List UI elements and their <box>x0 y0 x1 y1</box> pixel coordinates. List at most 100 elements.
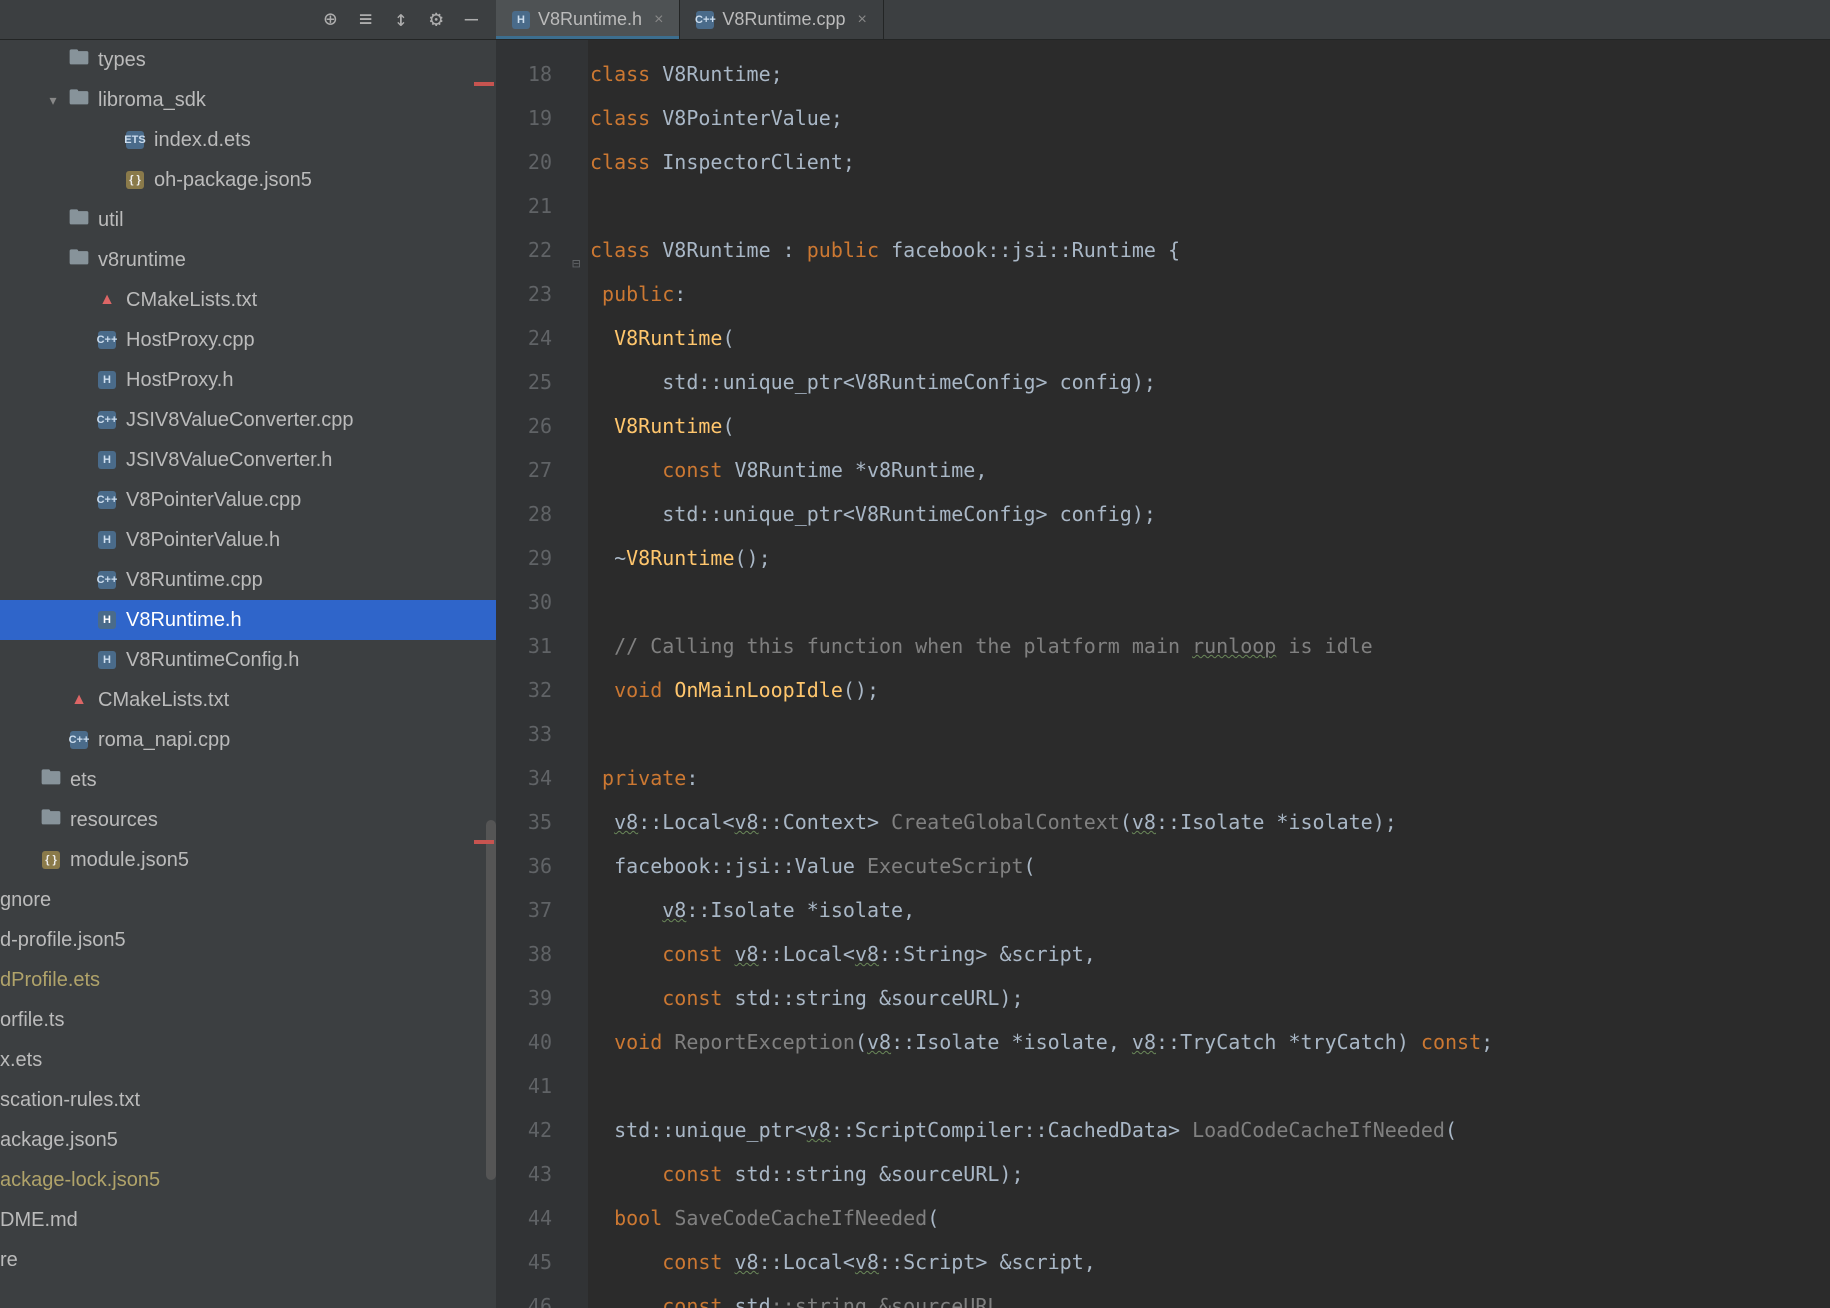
code-line[interactable]: const V8Runtime *v8Runtime, <box>590 448 1830 492</box>
code-line[interactable]: void OnMainLoopIdle(); <box>590 668 1830 712</box>
fold-toggle-icon[interactable]: ⊟ <box>572 242 580 286</box>
code-line[interactable]: class V8Runtime : public facebook::jsi::… <box>590 228 1830 272</box>
tree-item[interactable]: 🖿v8runtime <box>0 240 496 280</box>
code-line[interactable]: class InspectorClient; <box>590 140 1830 184</box>
tree-item[interactable]: re <box>0 1240 496 1280</box>
settings-icon[interactable]: ⚙ <box>430 7 443 32</box>
code-line[interactable]: const v8::Local<v8::Script> &script, <box>590 1240 1830 1284</box>
error-mark[interactable] <box>474 840 494 844</box>
project-tree[interactable]: 🖿types▾🖿libroma_sdkETSindex.d.ets{ }oh-p… <box>0 40 496 1280</box>
tree-item[interactable]: dProfile.ets <box>0 960 496 1000</box>
code-line[interactable]: ~V8Runtime(); <box>590 536 1830 580</box>
tree-item[interactable]: HV8RuntimeConfig.h <box>0 640 496 680</box>
code-line[interactable]: V8Runtime( <box>590 404 1830 448</box>
code-line[interactable]: facebook::jsi::Value ExecuteScript( <box>590 844 1830 888</box>
tree-item[interactable]: ▲CMakeLists.txt <box>0 280 496 320</box>
close-icon[interactable]: × <box>654 11 663 29</box>
expand-arrow-icon[interactable]: ▾ <box>46 92 60 109</box>
tree-item-label: scation-rules.txt <box>0 1089 140 1112</box>
code-line[interactable]: const std::string &sourceURL <box>590 1284 1830 1308</box>
tree-item[interactable]: C++V8PointerValue.cpp <box>0 480 496 520</box>
tree-item[interactable]: DME.md <box>0 1200 496 1240</box>
tree-item[interactable]: ▾🖿libroma_sdk <box>0 80 496 120</box>
h-file-icon: H <box>98 611 116 629</box>
tree-item[interactable]: gnore <box>0 880 496 920</box>
tree-item-label: V8PointerValue.h <box>126 529 280 552</box>
code-line[interactable]: public: <box>590 272 1830 316</box>
tree-item[interactable]: { }module.json5 <box>0 840 496 880</box>
cmk-file-icon: ▲ <box>70 691 88 709</box>
code-line[interactable]: const v8::Local<v8::String> &script, <box>590 932 1830 976</box>
minimize-icon[interactable]: — <box>465 7 478 32</box>
cpp-file-icon: C++ <box>98 411 116 429</box>
code-line[interactable]: const std::string &sourceURL); <box>590 1152 1830 1196</box>
code-line[interactable] <box>590 580 1830 624</box>
line-number: 30 <box>496 580 570 624</box>
tree-item[interactable]: ▲ CMakeLists.txt <box>0 680 496 720</box>
code-line[interactable]: std::unique_ptr<V8RuntimeConfig> config)… <box>590 492 1830 536</box>
tree-item-label: CMakeLists.txt <box>98 689 229 712</box>
close-icon[interactable]: × <box>857 11 866 29</box>
header-file-icon: H <box>512 11 530 29</box>
tree-item[interactable]: 🖿util <box>0 200 496 240</box>
tree-item[interactable]: d-profile.json5 <box>0 920 496 960</box>
code-line[interactable]: std::unique_ptr<v8::ScriptCompiler::Cach… <box>590 1108 1830 1152</box>
line-number: 38 <box>496 932 570 976</box>
code-area[interactable]: class V8Runtime;class V8PointerValue;cla… <box>588 40 1830 1308</box>
tree-item[interactable]: scation-rules.txt <box>0 1080 496 1120</box>
error-mark[interactable] <box>474 82 494 86</box>
tree-scrollbar[interactable] <box>486 820 496 1180</box>
collapse-icon[interactable]: ≡ <box>359 7 372 32</box>
code-line[interactable]: class V8PointerValue; <box>590 96 1830 140</box>
code-line[interactable]: // Calling this function when the platfo… <box>590 624 1830 668</box>
line-number: 33 <box>496 712 570 756</box>
tree-item-label: index.d.ets <box>154 129 251 152</box>
tree-item[interactable]: ackage.json5 <box>0 1120 496 1160</box>
tab-label: V8Runtime.h <box>538 9 642 30</box>
tree-item[interactable]: C++V8Runtime.cpp <box>0 560 496 600</box>
tree-item[interactable]: C++JSIV8ValueConverter.cpp <box>0 400 496 440</box>
tree-item[interactable]: HV8PointerValue.h <box>0 520 496 560</box>
tree-item-label: resources <box>70 809 158 832</box>
tab-v8runtime-h[interactable]: H V8Runtime.h × <box>496 0 680 39</box>
code-line[interactable]: V8Runtime( <box>590 316 1830 360</box>
line-number: 43 <box>496 1152 570 1196</box>
target-icon[interactable]: ⊕ <box>324 7 337 32</box>
tree-item[interactable]: HJSIV8ValueConverter.h <box>0 440 496 480</box>
tree-item[interactable]: C++roma_napi.cpp <box>0 720 496 760</box>
tab-v8runtime-cpp[interactable]: C++V8Runtime.cpp× <box>680 0 883 39</box>
line-number: 19 <box>496 96 570 140</box>
code-line[interactable]: const std::string &sourceURL); <box>590 976 1830 1020</box>
tree-item[interactable]: HV8Runtime.h <box>0 600 496 640</box>
resize-icon[interactable]: ↕ <box>394 7 407 32</box>
code-line[interactable]: class V8Runtime; <box>590 52 1830 96</box>
code-line[interactable] <box>590 184 1830 228</box>
tree-item[interactable]: HHostProxy.h <box>0 360 496 400</box>
tree-item[interactable]: x.ets <box>0 1040 496 1080</box>
line-number: 36 <box>496 844 570 888</box>
code-line[interactable]: bool SaveCodeCacheIfNeeded( <box>590 1196 1830 1240</box>
code-line[interactable]: v8::Local<v8::Context> CreateGlobalConte… <box>590 800 1830 844</box>
tree-item[interactable]: { }oh-package.json5 <box>0 160 496 200</box>
line-number: 39 <box>496 976 570 1020</box>
tree-item[interactable]: ackage-lock.json5 <box>0 1160 496 1200</box>
tree-item[interactable]: 🖿ets <box>0 760 496 800</box>
tree-item[interactable]: 🖿resources <box>0 800 496 840</box>
code-line[interactable] <box>590 712 1830 756</box>
tree-item[interactable]: orfile.ts <box>0 1000 496 1040</box>
line-number-gutter: 1819202122232425262728293031323334353637… <box>496 40 570 1308</box>
code-line[interactable]: v8::Isolate *isolate, <box>590 888 1830 932</box>
tree-item[interactable]: ETSindex.d.ets <box>0 120 496 160</box>
tree-item[interactable]: C++HostProxy.cpp <box>0 320 496 360</box>
code-line[interactable]: private: <box>590 756 1830 800</box>
tree-item-label: V8RuntimeConfig.h <box>126 649 299 672</box>
code-line[interactable]: void ReportException(v8::Isolate *isolat… <box>590 1020 1830 1064</box>
tree-item[interactable]: 🖿types <box>0 40 496 80</box>
tab-label: V8Runtime.cpp <box>722 9 845 30</box>
fold-column[interactable]: ⊟ <box>570 40 588 1308</box>
tree-item-label: HostProxy.h <box>126 369 233 392</box>
code-line[interactable]: std::unique_ptr<V8RuntimeConfig> config)… <box>590 360 1830 404</box>
fld-file-icon: 🖿 <box>70 51 88 69</box>
tree-item-label: HostProxy.cpp <box>126 329 255 352</box>
code-line[interactable] <box>590 1064 1830 1108</box>
